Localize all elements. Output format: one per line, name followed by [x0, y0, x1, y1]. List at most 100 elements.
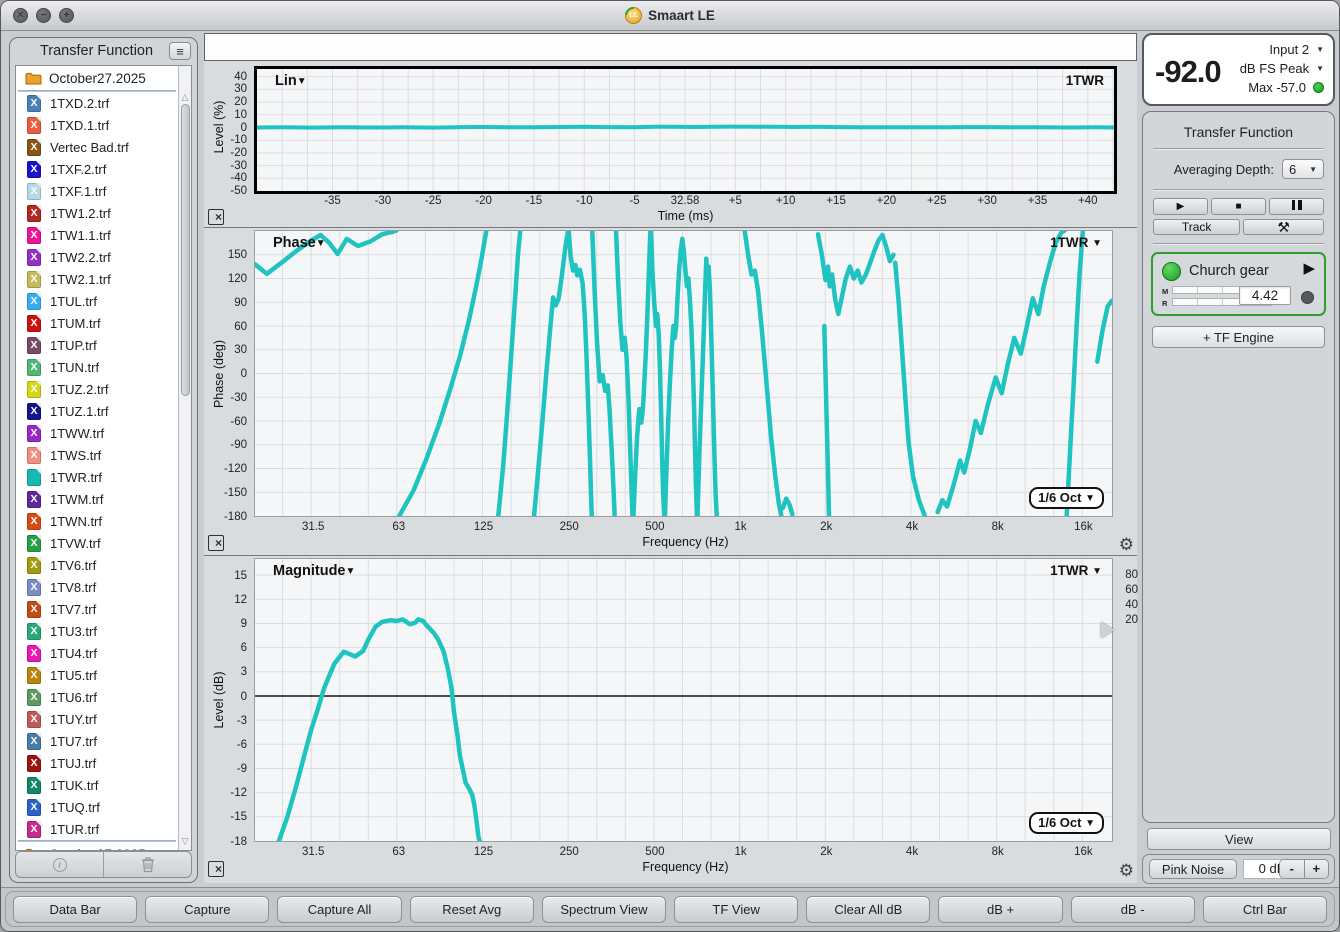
file-row[interactable]: X1TUZ.2.trf	[16, 378, 178, 400]
y-tick-label: -120	[224, 462, 247, 476]
level-increase-button[interactable]: +	[1305, 860, 1329, 878]
magnitude-smoothing-menu[interactable]: 1/6 Oct ▼	[1029, 812, 1104, 834]
magnitude-trace-menu[interactable]: 1TWR ▼	[1050, 563, 1102, 578]
averaging-depth-select[interactable]: 6 ▼	[1282, 159, 1324, 179]
magnitude-close-button[interactable]: ×	[208, 861, 224, 877]
track-button[interactable]: Track	[1153, 219, 1240, 235]
bottom-bar-capture[interactable]: Capture	[145, 896, 269, 923]
bottom-bar-db-[interactable]: dB -	[1071, 896, 1195, 923]
level-decrease-button[interactable]: -	[1280, 860, 1305, 878]
lin-plot[interactable]: Lin▼ 1TWR	[254, 66, 1117, 194]
file-row[interactable]: X1TXD.2.trf	[16, 92, 178, 114]
file-row[interactable]: X1TXF.1.trf	[16, 180, 178, 202]
minimize-window-button[interactable]: −	[36, 8, 51, 23]
file-row[interactable]: X1TU7.trf	[16, 730, 178, 752]
file-row[interactable]: X1TW2.2.trf	[16, 246, 178, 268]
file-row[interactable]: XVertec Bad.trf	[16, 136, 178, 158]
file-row[interactable]: X1TV6.trf	[16, 554, 178, 576]
file-name: 1TWM.trf	[50, 492, 103, 507]
record-button[interactable]	[1301, 291, 1314, 304]
file-row[interactable]: X1TUK.trf	[16, 774, 178, 796]
phase-plot[interactable]: Phase▼ 1TWR ▼ 1/6 Oct ▼	[254, 230, 1113, 517]
file-row[interactable]: 1TWR.trf	[16, 466, 178, 488]
magnitude-type-menu[interactable]: Magnitude▼	[273, 563, 355, 579]
file-row[interactable]: X1TUQ.trf	[16, 796, 178, 818]
file-name: 1TUQ.trf	[50, 800, 100, 815]
close-window-button[interactable]: ✕	[13, 8, 28, 23]
bottom-bar-ctrl-bar[interactable]: Ctrl Bar	[1203, 896, 1327, 923]
magnitude-plot[interactable]: Magnitude▼ 1TWR ▼ 1/6 Oct ▼	[254, 558, 1113, 842]
phase-close-button[interactable]: ×	[208, 535, 224, 551]
scroll-up-icon[interactable]: △	[179, 92, 191, 103]
add-tf-engine-button[interactable]: + TF Engine	[1152, 326, 1325, 348]
pink-noise-button[interactable]: Pink Noise	[1149, 859, 1237, 879]
coherence-pointer-icon[interactable]	[1101, 622, 1114, 638]
input-selector[interactable]: Input 2 ▼	[1269, 41, 1324, 57]
y-tick-label: -60	[230, 415, 247, 429]
zoom-window-button[interactable]: +	[59, 8, 74, 23]
bottom-bar-db-[interactable]: dB +	[938, 896, 1062, 923]
pause-button[interactable]	[1269, 198, 1324, 215]
engine-play-icon[interactable]: ▶	[1303, 261, 1315, 276]
x-tick-label: -20	[475, 194, 492, 208]
file-name: 1TW2.1.trf	[50, 272, 111, 287]
file-row[interactable]: X1TW1.1.trf	[16, 224, 178, 246]
file-row[interactable]: X1TU4.trf	[16, 642, 178, 664]
file-row[interactable]: X1TUL.trf	[16, 290, 178, 312]
bottom-bar-capture-all[interactable]: Capture All	[277, 896, 401, 923]
trf-file-icon: X	[27, 579, 41, 596]
file-info-button[interactable]: i	[16, 852, 103, 877]
lin-close-button[interactable]: ×	[208, 209, 224, 225]
file-name: 1TUN.trf	[50, 360, 99, 375]
delay-value-field[interactable]: 4.42	[1239, 286, 1291, 305]
delete-file-button[interactable]	[104, 852, 191, 877]
file-row[interactable]: X1TUY.trf	[16, 708, 178, 730]
scroll-down-icon[interactable]: ▽	[179, 836, 191, 847]
file-row[interactable]: X1TV8.trf	[16, 576, 178, 598]
bottom-bar-tf-view[interactable]: TF View	[674, 896, 798, 923]
file-row[interactable]: X1TU3.trf	[16, 620, 178, 642]
folder-row[interactable]: October27.2025	[16, 66, 178, 90]
magnitude-chart-panel: Level (dB) 15129630-3-6-9-12-15-18 Magni…	[204, 555, 1137, 883]
bottom-bar-data-bar[interactable]: Data Bar	[13, 896, 137, 923]
file-row[interactable]: X1TXF.2.trf	[16, 158, 178, 180]
file-row[interactable]: X1TVW.trf	[16, 532, 178, 554]
magnitude-settings-gear-icon[interactable]: ⚙	[1119, 862, 1134, 879]
meter-unit-selector[interactable]: dB FS Peak ▼	[1240, 60, 1324, 76]
phase-trace-menu[interactable]: 1TWR ▼	[1050, 235, 1102, 250]
bottom-bar-spectrum-view[interactable]: Spectrum View	[542, 896, 666, 923]
file-row[interactable]: X1TUP.trf	[16, 334, 178, 356]
file-row[interactable]: X1TXD.1.trf	[16, 114, 178, 136]
trf-file-icon: X	[27, 711, 41, 728]
file-row[interactable]: X1TWN.trf	[16, 510, 178, 532]
stop-button[interactable]: ■	[1211, 198, 1266, 215]
file-row[interactable]: X1TWS.trf	[16, 444, 178, 466]
file-row[interactable]: X1TU6.trf	[16, 686, 178, 708]
play-button[interactable]: ▶	[1153, 198, 1208, 215]
folder-row-clipped[interactable]: October27.2025	[16, 842, 178, 851]
file-row[interactable]: X1TUJ.trf	[16, 752, 178, 774]
file-list-scrollbar[interactable]: △ ▽	[178, 66, 191, 850]
bottom-bar-clear-all-db[interactable]: Clear All dB	[806, 896, 930, 923]
file-row[interactable]: X1TW2.1.trf	[16, 268, 178, 290]
file-row[interactable]: X1TWW.trf	[16, 422, 178, 444]
max-level-label: Max -57.0	[1248, 80, 1306, 95]
file-row[interactable]: X1TW1.2.trf	[16, 202, 178, 224]
view-button[interactable]: View	[1147, 828, 1331, 850]
scrollbar-thumb[interactable]	[181, 104, 190, 396]
file-row[interactable]: X1TUN.trf	[16, 356, 178, 378]
phase-type-menu[interactable]: Phase▼	[273, 235, 326, 251]
tf-engine-strip[interactable]: Church gear ▶ M R 4.42	[1151, 252, 1326, 316]
bottom-bar-reset-avg[interactable]: Reset Avg	[410, 896, 534, 923]
phase-settings-gear-icon[interactable]: ⚙	[1119, 536, 1134, 553]
file-row[interactable]: X1TWM.trf	[16, 488, 178, 510]
file-row[interactable]: X1TV7.trf	[16, 598, 178, 620]
file-row[interactable]: X1TU5.trf	[16, 664, 178, 686]
file-row[interactable]: X1TUM.trf	[16, 312, 178, 334]
file-row[interactable]: X1TUZ.1.trf	[16, 400, 178, 422]
lin-type-menu[interactable]: Lin▼	[275, 73, 307, 89]
tools-button[interactable]: ⚒	[1243, 219, 1324, 235]
file-row[interactable]: X1TUR.trf	[16, 818, 178, 840]
phase-smoothing-menu[interactable]: 1/6 Oct ▼	[1029, 487, 1104, 509]
sidebar-menu-button[interactable]: ≡	[169, 42, 191, 60]
